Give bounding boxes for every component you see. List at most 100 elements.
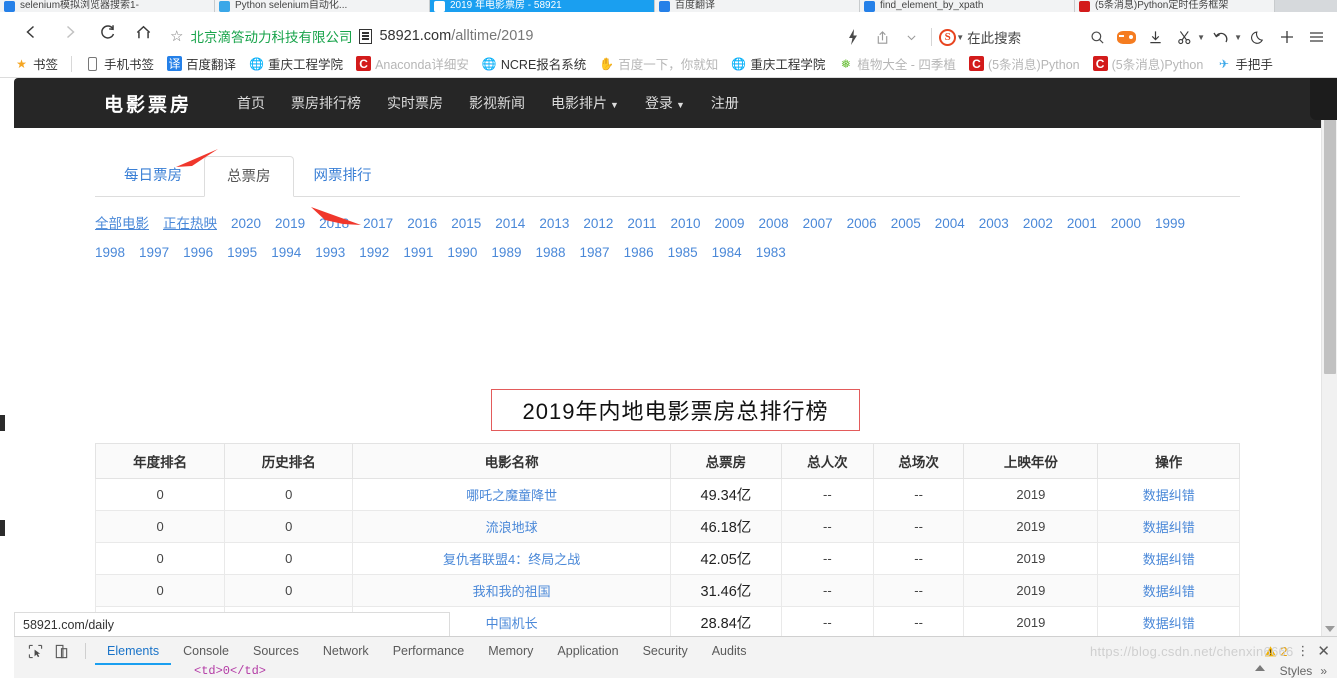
forward-button[interactable] [57,19,83,45]
devtools-tab-memory[interactable]: Memory [476,637,545,665]
year-link-1983[interactable]: 1983 [756,245,786,260]
scroll-down-arrow[interactable] [1325,626,1335,632]
movie-link[interactable]: 复仇者联盟4：终局之战 [443,552,580,567]
year-link-1996[interactable]: 1996 [183,245,213,260]
browser-tab-0[interactable]: selenium模拟浏览器搜索1- [0,0,215,12]
content-tab-2[interactable]: 网票排行 [292,156,394,197]
year-link-2020[interactable]: 2020 [231,216,261,231]
year-link-2003[interactable]: 2003 [979,216,1009,231]
page-scrollbar[interactable] [1321,78,1337,636]
report-error-link[interactable]: 数据纠错 [1143,488,1195,503]
site-brand[interactable]: 电影票房 [104,90,192,117]
home-button[interactable] [130,19,156,45]
chevron-down-icon[interactable] [898,25,924,49]
report-error-link[interactable]: 数据纠错 [1143,552,1195,567]
year-link-1998[interactable]: 1998 [95,245,125,260]
hamburger-menu-icon[interactable] [1303,25,1329,49]
undo-dropdown-icon[interactable]: ▼ [1234,33,1242,42]
site-nav-link-5[interactable]: 登录 ▼ [632,93,698,113]
devtools-tab-security[interactable]: Security [631,637,700,665]
back-button[interactable] [18,19,44,45]
certificate-icon[interactable] [359,28,373,44]
share-icon[interactable] [869,25,895,49]
report-error-link[interactable]: 数据纠错 [1143,584,1195,599]
bookmark-item-3[interactable]: 🌐 重庆工程学院 [249,54,343,73]
year-link-2017[interactable]: 2017 [363,216,393,231]
year-link-2010[interactable]: 2010 [670,216,700,231]
search-input[interactable]: 在此搜索 [967,27,1021,47]
year-link-1989[interactable]: 1989 [491,245,521,260]
year-link-1994[interactable]: 1994 [271,245,301,260]
site-nav-link-2[interactable]: 实时票房 [374,93,456,113]
year-link-2015[interactable]: 2015 [451,216,481,231]
year-link-1984[interactable]: 1984 [712,245,742,260]
sogou-dropdown-icon[interactable]: ▼ [956,33,964,42]
devtools-tab-elements[interactable]: Elements [95,637,171,665]
year-link-2001[interactable]: 2001 [1067,216,1097,231]
devtools-tab-audits[interactable]: Audits [700,637,759,665]
year-link-2009[interactable]: 2009 [715,216,745,231]
year-link-1999[interactable]: 1999 [1155,216,1185,231]
reload-button[interactable] [94,19,120,45]
devtools-tab-console[interactable]: Console [171,637,241,665]
report-error-link[interactable]: 数据纠错 [1143,520,1195,535]
bookmark-item-9[interactable]: C (5条消息)Python [968,54,1080,73]
site-nav-link-3[interactable]: 影视新闻 [456,93,538,113]
year-link-全部电影[interactable]: 全部电影 [95,212,149,232]
browser-tab-4[interactable]: find_element_by_xpath [860,0,1075,12]
year-link-1986[interactable]: 1986 [624,245,654,260]
site-nav-link-6[interactable]: 注册 [698,93,752,113]
browser-tab-strip[interactable]: selenium模拟浏览器搜索1- Python selenium自动化... 20… [0,0,1337,12]
report-error-link[interactable]: 数据纠错 [1143,616,1195,631]
search-icon[interactable] [1084,25,1110,49]
year-link-1995[interactable]: 1995 [227,245,257,260]
address-bar[interactable]: ☆ 北京滴答动力科技有限公司 58921.com/alltime/2019 [170,25,533,47]
bookmark-item-0[interactable]: ★ 书签 [14,54,58,73]
year-link-2007[interactable]: 2007 [803,216,833,231]
year-link-2013[interactable]: 2013 [539,216,569,231]
device-toolbar-icon[interactable] [50,641,72,661]
year-link-2005[interactable]: 2005 [891,216,921,231]
browser-tab-1[interactable]: Python selenium自动化... [215,0,430,12]
devtools-tab-network[interactable]: Network [311,637,381,665]
scissors-icon[interactable] [1171,25,1197,49]
bookmark-item-7[interactable]: 🌐 重庆工程学院 [731,54,825,73]
lightning-icon[interactable] [840,25,866,49]
site-nav-link-0[interactable]: 首页 [224,93,278,113]
scissors-dropdown-icon[interactable]: ▼ [1197,33,1205,42]
bookmark-star-icon[interactable]: ☆ [170,27,183,45]
movie-link[interactable]: 中国机长 [486,616,538,631]
year-link-2011[interactable]: 2011 [627,216,656,231]
sogou-search-icon[interactable]: S [939,28,957,46]
year-link-2004[interactable]: 2004 [935,216,965,231]
year-link-2012[interactable]: 2012 [583,216,613,231]
inspect-element-icon[interactable] [24,641,46,661]
bookmark-item-10[interactable]: C (5条消息)Python [1092,54,1203,73]
devtools-drag-handle-bottom[interactable] [0,520,5,536]
bookmark-item-4[interactable]: C Anaconda详细安 [356,54,469,73]
year-link-2019[interactable]: 2019 [275,216,305,231]
year-link-1993[interactable]: 1993 [315,245,345,260]
year-link-1997[interactable]: 1997 [139,245,169,260]
bookmark-item-11[interactable]: ✈ 手把手 [1216,54,1273,73]
browser-tab-5[interactable]: (5条消息)Python定时任务框架 [1075,0,1275,12]
browser-tab-3[interactable]: 百度翻译 [655,0,860,12]
year-link-1987[interactable]: 1987 [580,245,610,260]
devtools-tab-application[interactable]: Application [545,637,630,665]
year-link-2000[interactable]: 2000 [1111,216,1141,231]
scrollbar-thumb[interactable] [1324,92,1336,374]
bookmark-item-2[interactable]: 译百度翻译 [167,54,236,73]
devtools-tab-performance[interactable]: Performance [381,637,477,665]
year-link-2014[interactable]: 2014 [495,216,525,231]
styles-collapse-arrow[interactable] [1255,665,1265,671]
year-link-1985[interactable]: 1985 [668,245,698,260]
movie-link[interactable]: 流浪地球 [486,520,538,535]
bookmarks-bar[interactable]: ★ 书签 手机书签译百度翻译 🌐 重庆工程学院 C Anaconda详细安 🌐 NCRE报名系统… [0,50,1337,78]
bookmark-item-5[interactable]: 🌐 NCRE报名系统 [482,54,586,73]
bookmark-item-6[interactable]: ✋ 百度一下，你就知 [599,54,718,73]
browser-tab-2[interactable]: 2019 年电影票房 - 58921 [430,0,655,12]
kebab-menu-icon[interactable]: ⋮ [1296,643,1309,659]
year-link-1992[interactable]: 1992 [359,245,389,260]
gamepad-icon[interactable] [1113,25,1139,49]
year-link-1990[interactable]: 1990 [447,245,477,260]
